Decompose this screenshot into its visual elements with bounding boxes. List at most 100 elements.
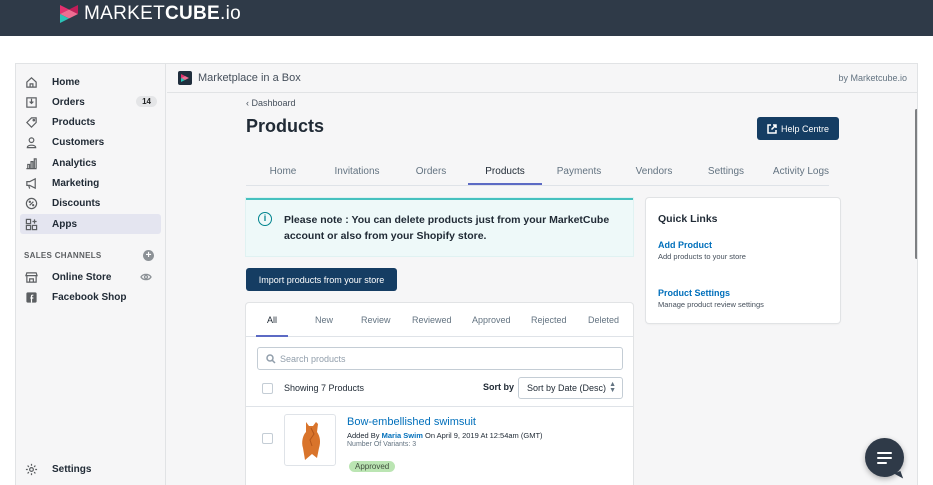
sidebar-item-analytics[interactable]: Analytics [20,153,161,173]
tab-new[interactable]: New [315,315,333,325]
gear-icon [24,462,38,476]
quick-links-card: Quick Links Add Product Add products to … [646,198,840,323]
add-channel-icon[interactable]: + [143,250,154,261]
sort-by-label: Sort by [483,382,515,392]
tab-reviewed[interactable]: Reviewed [412,315,452,325]
discount-icon [24,196,38,210]
tab-all[interactable]: All [267,315,277,325]
sidebar-item-online-store[interactable]: Online Store [20,267,161,287]
add-product-link[interactable]: Add Product [658,240,712,250]
sidebar-item-home[interactable]: Home [20,72,161,92]
orders-icon [24,95,38,109]
sidebar-item-facebook-shop[interactable]: Facebook Shop [20,287,161,307]
search-icon [266,354,276,364]
product-count: Showing 7 Products [284,383,365,393]
product-settings-link[interactable]: Product Settings [658,288,730,298]
tab-payments[interactable]: Payments [550,159,608,185]
tab-vendors[interactable]: Vendors [622,159,686,185]
apps-icon [24,217,38,231]
add-product-description: Add products to your store [658,252,746,261]
sidebar-item-apps[interactable]: Apps [20,214,161,234]
author-link[interactable]: Maria Swim [382,431,423,440]
product-status-tabs: All New Review Reviewed Approved Rejecte… [246,303,633,337]
sidebar-item-label: Facebook Shop [52,291,127,303]
main-tabs: Home Invitations Orders Products Payment… [246,159,829,186]
admin-frame: Home Orders 14 Products Customers Analyt… [15,63,918,485]
sidebar: Home Orders 14 Products Customers Analyt… [16,64,166,485]
sidebar-item-discounts[interactable]: Discounts [20,193,161,213]
active-tab-indicator [256,335,288,337]
delete-notice-banner: i Please note : You can delete products … [246,198,633,256]
tab-invitations[interactable]: Invitations [324,159,390,185]
app-publisher: by Marketcube.io [838,73,907,83]
tag-icon [24,115,38,129]
sidebar-item-label: Discounts [52,197,101,209]
sidebar-item-label: Orders [52,96,85,108]
sales-channels-heading: SALES CHANNELS [24,251,102,260]
analytics-icon [24,156,38,170]
marketcube-logo-icon [60,5,78,23]
sidebar-item-customers[interactable]: Customers [20,132,161,152]
product-name-link[interactable]: Bow-embellished swimsuit [347,416,476,428]
store-icon [24,270,38,284]
sidebar-item-marketing[interactable]: Marketing [20,173,161,193]
sidebar-item-settings[interactable]: Settings [20,459,161,479]
tab-products[interactable]: Products [468,159,542,185]
products-card: All New Review Reviewed Approved Rejecte… [246,303,633,485]
brand-bar: MARKETCUBE.io [0,0,933,36]
product-settings-description: Manage product review settings [658,300,764,309]
divider [246,406,633,407]
sort-select[interactable]: Sort by Date (Desc) ▲ ▼ [518,377,623,399]
app-logo-icon [178,71,192,85]
chat-icon [877,452,892,454]
tab-settings[interactable]: Settings [696,159,756,185]
product-thumbnail[interactable] [284,414,336,466]
sidebar-item-orders[interactable]: Orders 14 [20,92,161,112]
app-header: Marketplace in a Box by Marketcube.io [167,64,917,93]
app-title: Marketplace in a Box [198,72,301,84]
notice-text: Please note : You can delete products ju… [284,214,610,242]
brand-name: MARKETCUBE.io [84,3,241,24]
product-checkbox[interactable] [262,433,273,444]
sidebar-item-label: Settings [52,463,92,475]
tab-review[interactable]: Review [361,315,391,325]
search-box [257,347,623,370]
chat-launcher-button[interactable] [865,438,904,477]
select-arrows-icon: ▲ ▼ [609,381,616,394]
tab-approved[interactable]: Approved [472,315,511,325]
sidebar-item-label: Online Store [52,271,112,283]
search-input[interactable] [280,351,610,367]
status-badge: Approved [349,461,396,472]
sidebar-item-products[interactable]: Products [20,112,161,132]
chat-icon-line [877,457,892,459]
tab-rejected[interactable]: Rejected [531,315,567,325]
external-link-icon [767,123,777,134]
orders-count-badge: 14 [136,96,157,107]
home-icon [24,75,38,89]
sidebar-item-label: Products [52,116,96,128]
sidebar-item-label: Marketing [52,177,100,189]
quick-links-title: Quick Links [658,213,718,225]
eye-icon[interactable] [140,271,152,283]
brand-logo[interactable]: MARKETCUBE.io [60,3,241,25]
tab-activity-logs[interactable]: Activity Logs [762,159,840,185]
scrollbar[interactable] [915,109,917,259]
product-variants: Number Of Variants: 3 [347,441,417,448]
megaphone-icon [24,176,38,190]
sidebar-item-label: Analytics [52,157,97,169]
import-products-button[interactable]: Import products from your store [246,268,397,291]
tab-home[interactable]: Home [256,159,310,185]
customer-icon [24,135,38,149]
swimsuit-image [302,422,321,460]
back-to-dashboard-link[interactable]: ‹ Dashboard [246,98,296,108]
main-content: Marketplace in a Box by Marketcube.io ‹ … [167,64,917,485]
help-centre-button[interactable]: Help Centre [757,117,839,140]
tab-orders[interactable]: Orders [402,159,460,185]
info-icon: i [258,212,272,226]
page-title: Products [246,116,325,136]
tab-deleted[interactable]: Deleted [588,315,619,325]
sidebar-item-label: Apps [52,218,77,230]
select-all-checkbox[interactable] [262,383,273,394]
chat-icon-line [877,462,887,464]
facebook-icon [24,290,38,304]
